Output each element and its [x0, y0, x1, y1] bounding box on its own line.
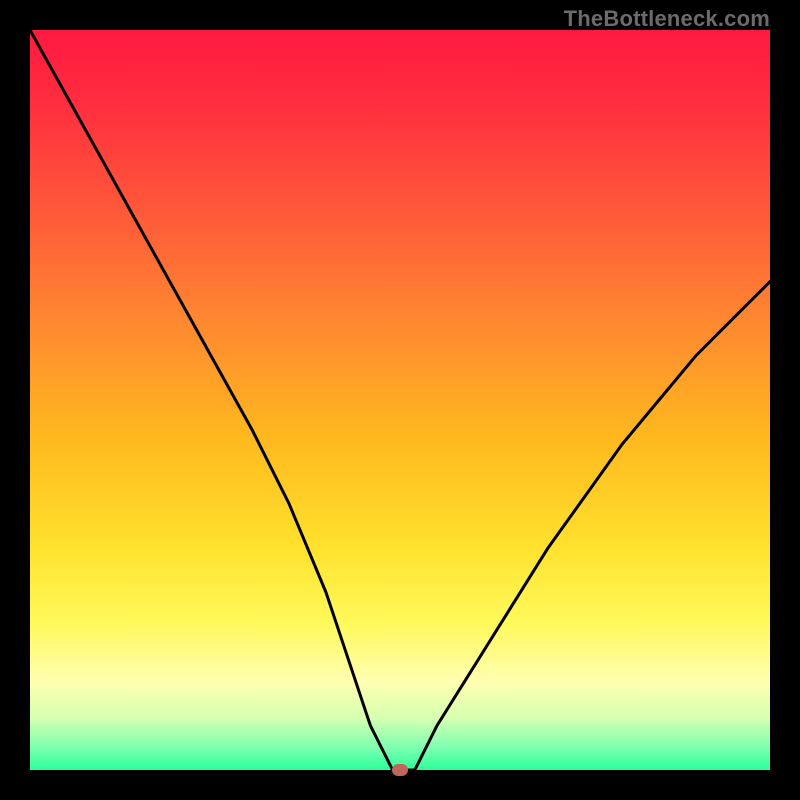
- watermark-text: TheBottleneck.com: [564, 6, 770, 32]
- minimum-indicator-dot: [392, 764, 408, 776]
- chart-plot-area: [30, 30, 770, 770]
- chart-svg: [30, 30, 770, 770]
